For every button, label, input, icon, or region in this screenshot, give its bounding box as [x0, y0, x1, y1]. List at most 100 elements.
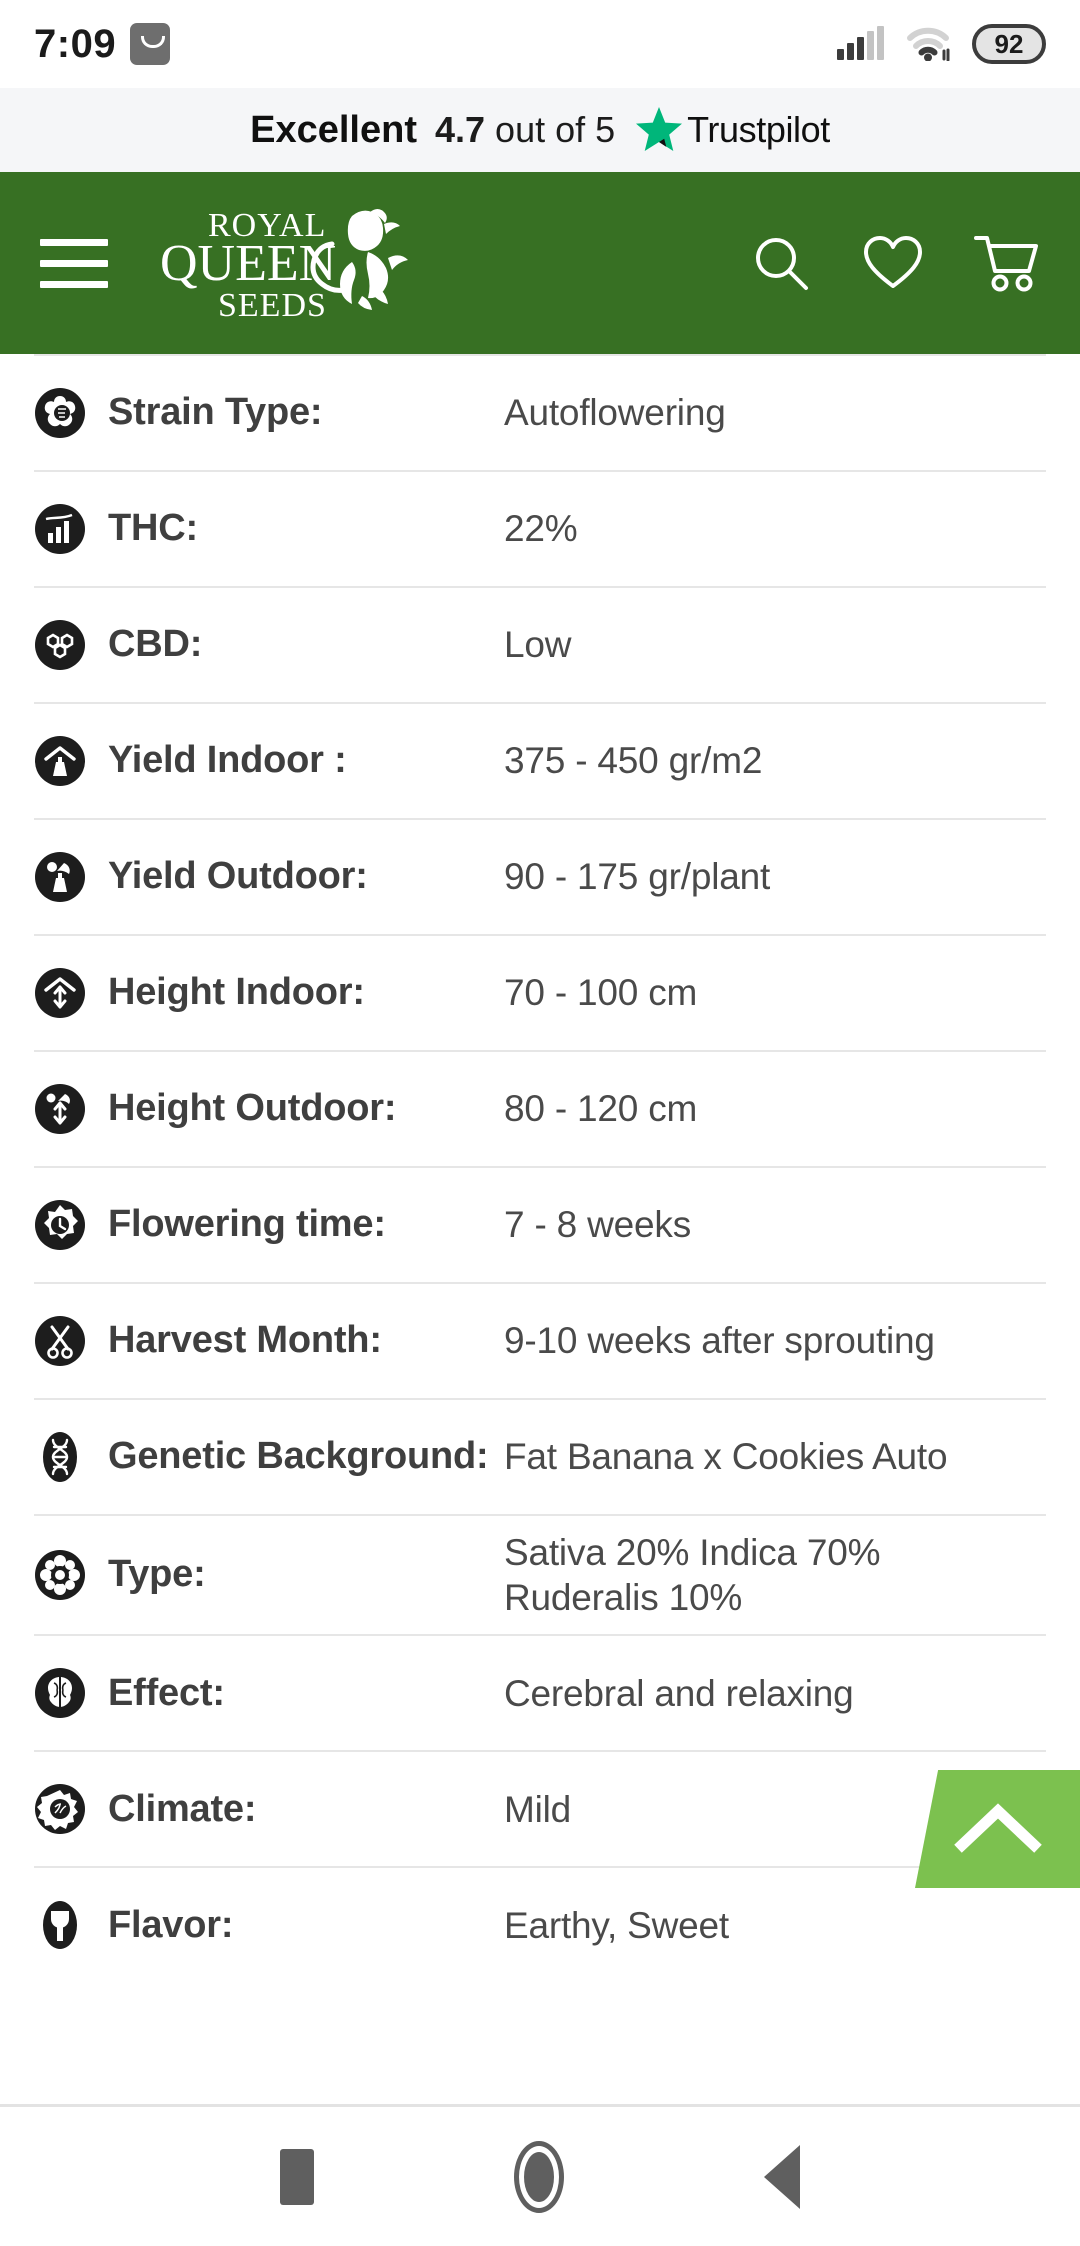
spec-label: Type: [108, 1553, 206, 1596]
chevron-up-icon [953, 1801, 1042, 1857]
spec-value: Low [504, 624, 572, 666]
spec-label-cell: Height Outdoor: [34, 1083, 504, 1135]
spec-label: Effect: [108, 1671, 225, 1714]
spec-value: 9-10 weeks after sprouting [504, 1320, 935, 1362]
spec-label-cell: Strain Type: [34, 387, 504, 439]
shopping-bag-icon [130, 23, 171, 65]
svg-text:SEEDS: SEEDS [218, 287, 327, 324]
trustpilot-score: 4.7 out of 5 [435, 109, 615, 151]
spec-value: Cerebral and relaxing [504, 1672, 854, 1714]
trustpilot-logo: Trustpilot [633, 105, 830, 155]
shopping-cart-icon[interactable] [974, 233, 1040, 293]
spec-value: 90 - 175 gr/plant [504, 856, 771, 898]
spec-label: Flavor: [108, 1903, 234, 1946]
spec-value: Fat Banana x Cookies Auto [504, 1436, 948, 1478]
brain-icon [34, 1667, 86, 1719]
trustpilot-score-number: 4.7 [435, 109, 486, 150]
hamburger-menu-icon[interactable] [40, 238, 108, 288]
trustpilot-brand-name: Trustpilot [687, 109, 830, 150]
spec-label-cell: Climate: [34, 1783, 504, 1835]
table-row: Height Outdoor: 80 - 120 cm [34, 1050, 1046, 1166]
spec-label: Height Outdoor: [108, 1087, 397, 1130]
spec-label-cell: Type: [34, 1549, 504, 1601]
clock-time: 7:09 [34, 21, 117, 66]
outdoor-yield-icon [34, 851, 86, 903]
spec-label-cell: Flowering time: [34, 1199, 504, 1251]
clock-flower-icon [34, 1199, 86, 1251]
spec-label-cell: THC: [34, 503, 504, 555]
sun-climate-icon [34, 1783, 86, 1835]
cellular-signal-icon [837, 26, 884, 60]
trustpilot-rating-bar[interactable]: Excellent 4.7 out of 5 Trustpilot [0, 88, 1080, 172]
royal-queen-seeds-logo[interactable]: ROYAL QUEEN SEEDS [156, 200, 750, 326]
battery-indicator: 92 [972, 24, 1046, 64]
status-bar: 7:09 92 [0, 0, 1080, 88]
scroll-to-top-button[interactable] [915, 1770, 1080, 1888]
spec-value: Autoflowering [504, 392, 726, 434]
flower-bud-icon [34, 387, 86, 439]
spec-label: Harvest Month: [108, 1319, 382, 1362]
bottom-spacer [0, 1982, 1080, 2124]
spec-value: Mild [504, 1788, 572, 1830]
table-row: CBD: Low [34, 586, 1046, 702]
indoor-yield-icon [34, 735, 86, 787]
bar-chart-icon [34, 503, 86, 555]
table-row: Harvest Month: 9-10 weeks after sproutin… [34, 1282, 1046, 1398]
search-icon[interactable] [750, 232, 812, 294]
spec-label-cell: CBD: [34, 619, 504, 671]
type-flower-icon [34, 1549, 86, 1601]
table-row: Genetic Background: Fat Banana x Cookies… [34, 1398, 1046, 1514]
spec-label-cell: Effect: [34, 1667, 504, 1719]
android-navigation-bar [0, 2104, 1080, 2246]
battery-level-text: 92 [994, 28, 1024, 59]
strain-specification-table: Strain Type: Autoflowering THC: 22% CBD:… [0, 354, 1080, 1982]
spec-label: Yield Indoor : [108, 739, 347, 782]
circle-home-icon[interactable] [514, 2140, 564, 2213]
spec-label: Strain Type: [108, 391, 323, 434]
spec-label: THC: [108, 507, 198, 550]
square-recents-icon[interactable] [280, 2148, 314, 2205]
molecule-icon [34, 619, 86, 671]
wifi-icon [906, 27, 950, 62]
indoor-height-icon [34, 967, 86, 1019]
trustpilot-score-suffix: out of 5 [485, 109, 616, 150]
spec-label: CBD: [108, 623, 203, 666]
spec-label-cell: Yield Indoor : [34, 735, 504, 787]
spec-value: 7 - 8 weeks [504, 1204, 691, 1246]
table-row: Flavor: Earthy, Sweet [34, 1866, 1046, 1982]
heart-icon[interactable] [862, 234, 924, 292]
spec-label: Yield Outdoor: [108, 855, 368, 898]
spec-label: Height Indoor: [108, 971, 365, 1014]
svg-text:QUEEN: QUEEN [160, 235, 336, 292]
triangle-back-icon[interactable] [764, 2144, 800, 2209]
table-row: Flowering time: 7 - 8 weeks [34, 1166, 1046, 1282]
dna-helix-icon [34, 1431, 86, 1483]
spec-value: Sativa 20% Indica 70% Ruderalis 10% [504, 1532, 881, 1619]
outdoor-height-icon [34, 1083, 86, 1135]
spec-value: 70 - 100 cm [504, 972, 698, 1014]
mobile-screen: 7:09 92 Excellent 4.7 out of 5 Trustpilo… [0, 0, 1080, 2246]
trustpilot-star-icon [636, 107, 683, 151]
header-action-icons [750, 232, 1040, 294]
status-bar-right: 92 [837, 24, 1046, 64]
table-row: Yield Outdoor: 90 - 175 gr/plant [34, 818, 1046, 934]
table-row: Effect: Cerebral and relaxing [34, 1634, 1046, 1750]
table-row: Type: Sativa 20% Indica 70% Ruderalis 10… [34, 1514, 1046, 1634]
table-row: Climate: Mild [34, 1750, 1046, 1866]
trustpilot-rating-label: Excellent [250, 108, 417, 151]
spec-label-cell: Yield Outdoor: [34, 851, 504, 903]
table-row: THC: 22% [34, 470, 1046, 586]
spec-value: Earthy, Sweet [504, 1904, 729, 1946]
spec-label: Genetic Background: [108, 1435, 489, 1478]
table-row: Height Indoor: 70 - 100 cm [34, 934, 1046, 1050]
table-row: Yield Indoor : 375 - 450 gr/m2 [34, 702, 1046, 818]
site-header: ROYAL QUEEN SEEDS [0, 172, 1080, 354]
spec-value: 22% [504, 508, 578, 550]
status-bar-left: 7:09 [34, 21, 171, 67]
spec-value: 80 - 120 cm [504, 1088, 698, 1130]
spec-label: Climate: [108, 1787, 257, 1830]
flavor-drop-icon [34, 1899, 86, 1951]
spec-value: 375 - 450 gr/m2 [504, 740, 763, 782]
scissors-icon [34, 1315, 86, 1367]
spec-label-cell: Harvest Month: [34, 1315, 504, 1367]
